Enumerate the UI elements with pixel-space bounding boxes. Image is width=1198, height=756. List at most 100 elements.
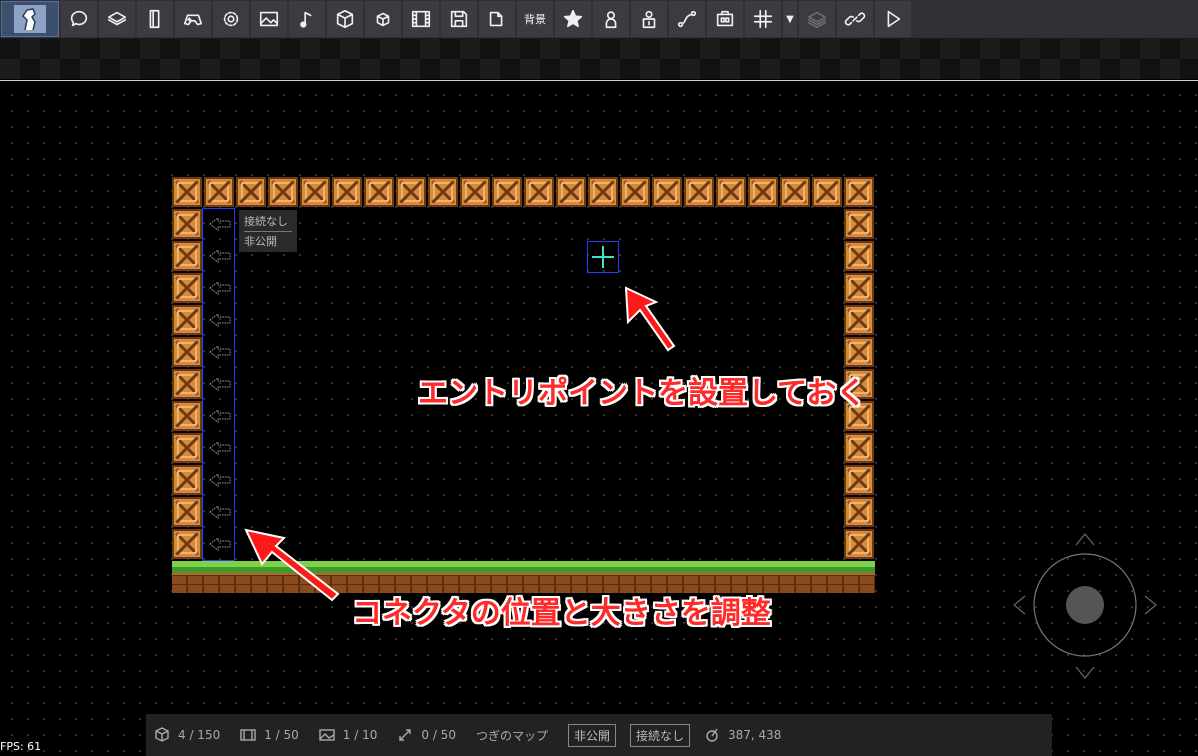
film-icon (240, 729, 256, 741)
connector-arrow-icon (209, 345, 231, 359)
crate-tile (204, 177, 234, 207)
crate-tile (460, 177, 490, 207)
joystick-knob[interactable] (1066, 586, 1104, 624)
crate-tile (588, 177, 618, 207)
play-icon[interactable] (875, 1, 911, 37)
virtual-joystick[interactable] (1005, 525, 1165, 685)
connector-arrow-icon (209, 217, 231, 231)
crate-tile (780, 177, 810, 207)
crate-tile (172, 273, 202, 303)
connector-arrow-icon (209, 505, 231, 519)
crate-tile (172, 337, 202, 367)
crate-tile (844, 529, 874, 559)
image-count: 1 / 10 (319, 727, 378, 743)
crate-tile (172, 497, 202, 527)
crate-tile (428, 177, 458, 207)
crate-tile (812, 177, 842, 207)
connector-arrow-icon (209, 249, 231, 263)
connector-region[interactable] (202, 208, 235, 561)
film-icon[interactable] (403, 1, 439, 37)
crate-tile (172, 241, 202, 271)
visibility-badge[interactable]: 非公開 (567, 723, 616, 747)
cube-icon[interactable] (327, 1, 363, 37)
entry-annotation: エントリポイントを設置しておく (418, 376, 867, 411)
crate-tile (300, 177, 330, 207)
crate-tile (396, 177, 426, 207)
page-icon[interactable] (137, 1, 173, 37)
cube-icon (155, 727, 169, 742)
star-icon[interactable] (555, 1, 591, 37)
object-count: 4 / 150 (154, 727, 220, 743)
gamepad-icon[interactable] (175, 1, 211, 37)
crate-tile (172, 529, 202, 559)
crate-tile (236, 177, 266, 207)
image-icon[interactable] (251, 1, 287, 37)
lock-icon[interactable] (631, 1, 667, 37)
crate-tile (844, 209, 874, 239)
toolbar: 背景 ▼ (0, 0, 1198, 39)
stack-icon[interactable] (799, 1, 835, 37)
camera-icon[interactable] (707, 1, 743, 37)
connector-arrow-icon (209, 409, 231, 423)
image-count-value: 1 / 10 (342, 728, 378, 742)
cursor-coords-value: 387, 438 (728, 728, 782, 742)
crate-tile (268, 177, 298, 207)
export-icon[interactable] (479, 1, 515, 37)
crate-tile (172, 305, 202, 335)
path-icon[interactable] (669, 1, 705, 37)
connector-arrow-icon (209, 281, 231, 295)
layers-icon[interactable] (99, 1, 135, 37)
speech-bubble-icon[interactable] (61, 1, 97, 37)
connection-badge[interactable]: 接続なし (629, 723, 690, 747)
link-icon (399, 729, 412, 741)
connector-arrow-icon (209, 473, 231, 487)
save-icon[interactable] (441, 1, 477, 37)
scene-count-value: 1 / 50 (264, 728, 299, 742)
crate-tile (748, 177, 778, 207)
background-icon[interactable]: 背景 (517, 1, 553, 37)
link-icon[interactable] (837, 1, 873, 37)
connector-arrow-icon (209, 313, 231, 327)
link-count: 0 / 50 (397, 727, 456, 743)
crate-tile (844, 497, 874, 527)
crate-tile (844, 241, 874, 271)
crate-tile (556, 177, 586, 207)
crate-tile (364, 177, 394, 207)
crate-tile (684, 177, 714, 207)
crate-tile (172, 369, 202, 399)
cursor-coords: 387, 438 (704, 727, 781, 743)
music-note-icon[interactable] (289, 1, 325, 37)
connector-arrow-icon (209, 441, 231, 455)
object-count-value: 4 / 150 (178, 728, 221, 742)
connector-annotation: コネクタの位置と大きさを調整 (352, 596, 771, 631)
grid-icon[interactable] (745, 1, 781, 37)
character-icon[interactable] (1, 1, 59, 37)
dpad-right-icon[interactable] (1144, 595, 1157, 615)
entry-point-marker[interactable] (587, 241, 619, 273)
crate-tile (844, 465, 874, 495)
transparency-strip (0, 39, 1198, 79)
grid-dropdown-caret[interactable]: ▼ (783, 1, 797, 37)
gear-icon[interactable] (213, 1, 249, 37)
crate-tile (172, 401, 202, 431)
small-cube-icon[interactable] (365, 1, 401, 37)
crate-tile (172, 465, 202, 495)
crate-tile (652, 177, 682, 207)
crate-tile (844, 337, 874, 367)
connector-status: 接続なし (244, 215, 288, 228)
fps-counter: FPS: 61 (0, 740, 42, 753)
crate-tile (492, 177, 522, 207)
connector-arrow-icon (209, 377, 231, 391)
link-count-value: 0 / 50 (421, 728, 456, 742)
cursor-icon (706, 728, 718, 742)
connector-visibility: 非公開 (244, 231, 292, 251)
person-icon[interactable] (593, 1, 629, 37)
image-icon (319, 729, 335, 741)
crate-tile (844, 273, 874, 303)
dpad-down-icon[interactable] (1075, 666, 1095, 679)
crate-tile (844, 305, 874, 335)
scene-count: 1 / 50 (240, 727, 299, 743)
next-map-label[interactable]: つぎのマップ (476, 727, 548, 744)
dpad-up-icon[interactable] (1075, 533, 1095, 546)
dpad-left-icon[interactable] (1013, 595, 1026, 615)
